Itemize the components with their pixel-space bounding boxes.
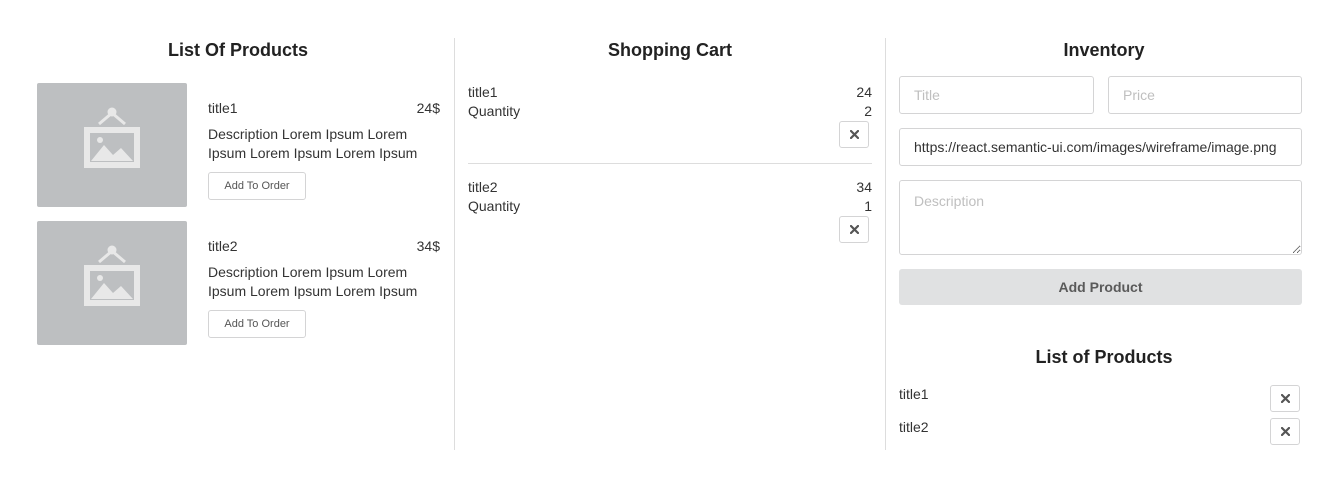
inventory-panel-title: Inventory bbox=[1063, 40, 1145, 60]
cart-quantity-label: Quantity bbox=[468, 198, 521, 214]
image-placeholder-icon bbox=[84, 245, 140, 306]
add-product-button[interactable]: Add Product bbox=[899, 269, 1302, 305]
product-image bbox=[37, 83, 187, 207]
product-card: title1 24$ Description Lorem Ipsum Lorem… bbox=[37, 83, 442, 208]
cart-quantity-label: Quantity bbox=[468, 103, 521, 119]
remove-from-cart-button[interactable] bbox=[839, 121, 869, 148]
inventory-panel: Inventory Add Product List of Products t… bbox=[885, 38, 1322, 450]
title-input[interactable] bbox=[899, 76, 1094, 114]
product-price: 34$ bbox=[416, 238, 440, 254]
cart-item-name: title2 bbox=[468, 179, 498, 195]
image-url-input[interactable] bbox=[899, 128, 1302, 166]
product-description: Description Lorem Ipsum Lorem Ipsum Lore… bbox=[208, 264, 418, 299]
cart-item-price: 34 bbox=[856, 179, 872, 195]
close-icon bbox=[850, 130, 859, 139]
delete-product-button[interactable] bbox=[1270, 385, 1300, 412]
inventory-list-item: title2 bbox=[899, 419, 929, 435]
product-name: title1 bbox=[208, 100, 238, 116]
products-panel-title: List Of Products bbox=[167, 40, 308, 60]
product-card: title2 34$ Description Lorem Ipsum Lorem… bbox=[37, 221, 442, 346]
price-input[interactable] bbox=[1108, 76, 1302, 114]
close-icon bbox=[850, 225, 859, 234]
close-icon bbox=[1281, 427, 1290, 436]
add-to-order-button[interactable]: Add To Order bbox=[208, 172, 306, 200]
delete-product-button[interactable] bbox=[1270, 418, 1300, 445]
inventory-list-item: title1 bbox=[899, 386, 929, 402]
product-image bbox=[37, 221, 187, 345]
close-icon bbox=[1281, 394, 1290, 403]
add-to-order-button[interactable]: Add To Order bbox=[208, 310, 306, 338]
product-name: title2 bbox=[208, 238, 238, 254]
cart-item: title2 34 Quantity 1 bbox=[468, 171, 872, 261]
cart-item-quantity: 2 bbox=[864, 103, 872, 119]
product-price: 24$ bbox=[416, 100, 440, 116]
product-description: Description Lorem Ipsum Lorem Ipsum Lore… bbox=[208, 126, 418, 161]
products-panel: List Of Products title1 24$ Description … bbox=[22, 38, 454, 450]
cart-item-price: 24 bbox=[856, 84, 872, 100]
cart-item: title1 24 Quantity 2 bbox=[468, 76, 872, 166]
cart-panel-title: Shopping Cart bbox=[608, 40, 732, 60]
remove-from-cart-button[interactable] bbox=[839, 216, 869, 243]
description-textarea[interactable] bbox=[899, 180, 1302, 255]
inventory-list-title: List of Products bbox=[1035, 347, 1173, 367]
cart-item-quantity: 1 bbox=[864, 198, 872, 214]
cart-panel: Shopping Cart title1 24 Quantity 2 title… bbox=[454, 38, 885, 450]
cart-divider bbox=[468, 163, 872, 164]
cart-item-name: title1 bbox=[468, 84, 498, 100]
image-placeholder-icon bbox=[84, 107, 140, 168]
